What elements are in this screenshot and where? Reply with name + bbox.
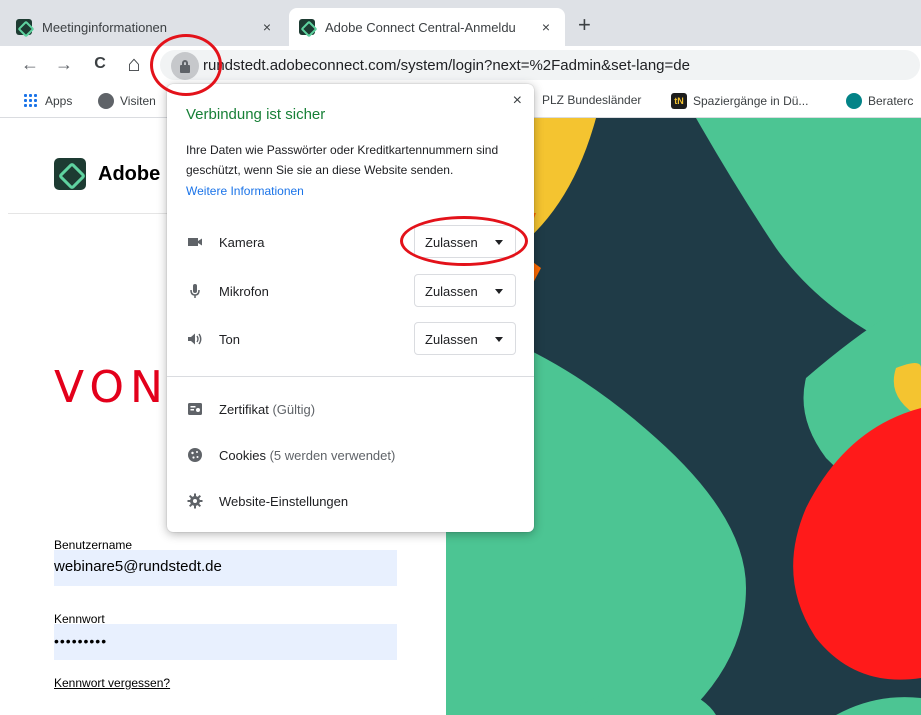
brand-text: Adobe: [98, 162, 161, 185]
bookmark-beraterc[interactable]: Beraterc: [846, 93, 913, 109]
permission-label: Ton: [219, 332, 240, 347]
back-button[interactable]: ←: [18, 52, 42, 76]
permission-microphone: Mikrofon Zulassen: [167, 274, 534, 308]
tab-title: Adobe Connect Central-Anmeldu: [325, 19, 516, 35]
apps-grid-icon: [23, 93, 39, 109]
tab-adobe-connect-login[interactable]: Adobe Connect Central-Anmeldu ×: [289, 8, 565, 46]
url-text[interactable]: rundstedt.adobeconnect.com/system/login?…: [203, 57, 690, 74]
tn-icon: tN: [671, 93, 687, 109]
microphone-permission-select[interactable]: Zulassen: [414, 274, 516, 307]
tab-meetinginformationen[interactable]: Meetinginformationen ×: [6, 8, 286, 46]
more-info-link[interactable]: Weitere Informationen: [186, 184, 304, 198]
permission-label: Kamera: [219, 235, 265, 250]
home-button[interactable]: ⌂: [122, 52, 146, 76]
gear-icon: [187, 493, 203, 509]
tab-strip: Meetinginformationen × Adobe Connect Cen…: [0, 0, 921, 46]
bookmark-label: PLZ Bundesländer: [542, 93, 642, 107]
forward-button[interactable]: →: [52, 52, 76, 76]
bookmark-label: Visiten: [120, 94, 156, 108]
bookmark-visiten[interactable]: Visiten: [98, 93, 156, 109]
reload-button[interactable]: C: [88, 52, 112, 76]
adobe-connect-favicon-icon: [16, 19, 32, 35]
bookmark-label: Spaziergänge in Dü...: [693, 94, 809, 108]
annotation-ring-lock: [150, 34, 222, 96]
permission-label: Mikrofon: [219, 284, 269, 299]
adobe-connect-favicon-icon: [299, 19, 315, 35]
sound-permission-select[interactable]: Zulassen: [414, 322, 516, 355]
username-field[interactable]: webinare5@rundstedt.de: [54, 550, 397, 586]
close-icon[interactable]: ×: [513, 92, 522, 110]
forgot-password-link[interactable]: Kennwort vergessen?: [54, 676, 170, 690]
certificate-row[interactable]: Zertifikat (Gültig): [167, 394, 534, 424]
cookie-icon: [188, 448, 202, 462]
select-value: Zulassen: [425, 284, 478, 299]
tab-close-icon[interactable]: ×: [258, 19, 276, 35]
password-field[interactable]: •••••••••: [54, 624, 397, 660]
new-tab-button[interactable]: +: [578, 14, 591, 36]
popup-divider: [167, 376, 534, 377]
adobe-connect-brand: Adobe: [54, 158, 160, 190]
certificate-icon: [188, 403, 202, 415]
cookies-label: Cookies (5 werden verwendet): [219, 448, 396, 463]
bookmark-spaziergaenge[interactable]: tN Spaziergänge in Dü...: [671, 93, 808, 109]
certificate-label: Zertifikat (Gültig): [219, 402, 316, 417]
annotation-ring-camera-select: [400, 216, 528, 266]
connection-secure-title: Verbindung ist sicher: [186, 106, 326, 123]
chevron-down-icon: [495, 289, 503, 294]
speaker-icon: [188, 333, 202, 345]
camera-icon: [188, 238, 202, 246]
adobe-connect-logo-icon: [54, 158, 86, 190]
sharepoint-icon: [846, 93, 862, 109]
bookmark-apps[interactable]: Apps: [23, 93, 72, 109]
site-settings-row[interactable]: Website-Einstellungen: [167, 486, 534, 516]
microphone-icon: [190, 284, 200, 298]
permission-sound: Ton Zulassen: [167, 322, 534, 356]
site-info-popup: × Verbindung ist sicher Ihre Daten wie P…: [167, 84, 534, 532]
cookies-row[interactable]: Cookies (5 werden verwendet): [167, 440, 534, 470]
tab-title: Meetinginformationen: [42, 19, 168, 35]
select-value: Zulassen: [425, 332, 478, 347]
globe-icon: [98, 93, 114, 109]
bookmark-plz-bundeslaender[interactable]: PLZ Bundesländer: [542, 93, 641, 107]
connection-description: Ihre Daten wie Passwörter oder Kreditkar…: [186, 143, 499, 177]
bookmark-label: Beraterc: [868, 94, 914, 108]
chevron-down-icon: [495, 337, 503, 342]
site-settings-label: Website-Einstellungen: [219, 494, 349, 509]
tab-close-icon[interactable]: ×: [537, 19, 555, 35]
bookmark-label: Apps: [45, 94, 73, 108]
